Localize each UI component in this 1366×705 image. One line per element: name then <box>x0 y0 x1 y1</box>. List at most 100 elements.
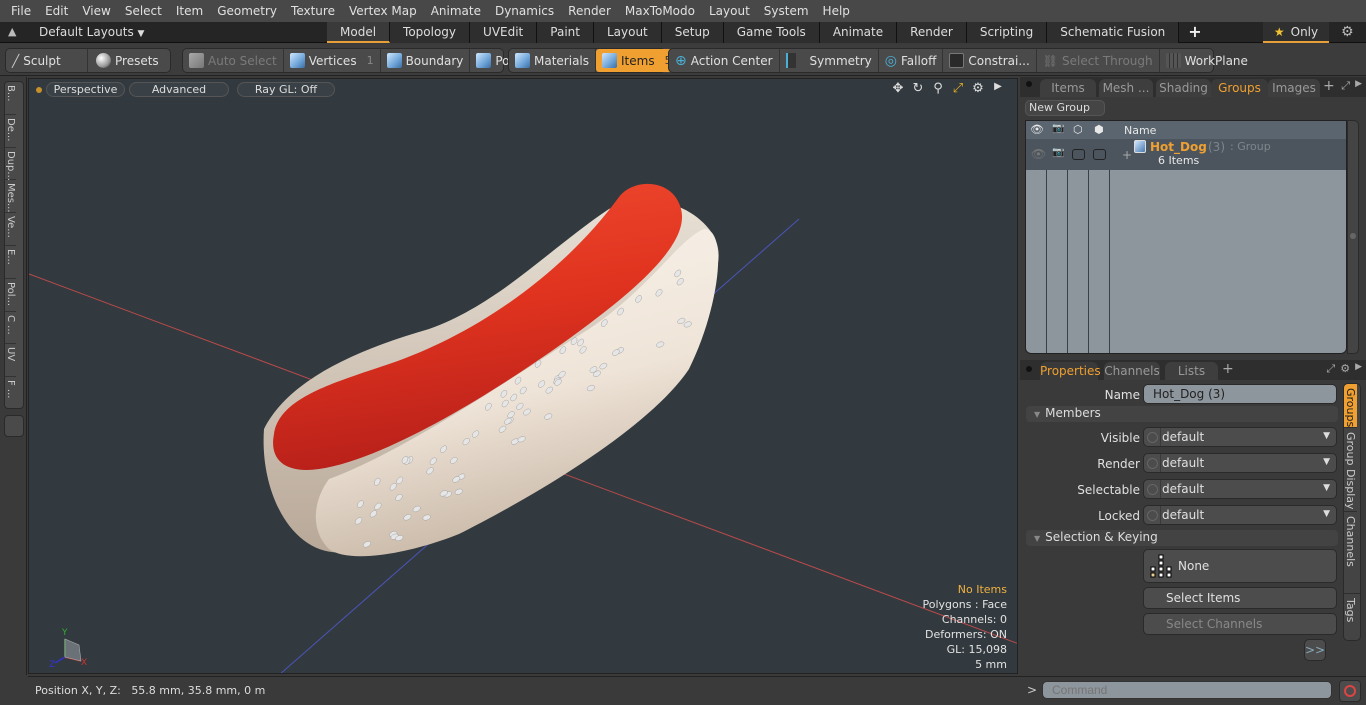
keyframe-dot-icon[interactable] <box>1147 432 1158 443</box>
left-tab-edge[interactable]: E... <box>5 246 16 279</box>
auto-select-button[interactable]: Auto Select <box>183 49 284 72</box>
left-tab-duplicate[interactable]: Dup... <box>5 148 16 181</box>
left-tab-uv[interactable]: UV <box>5 344 16 378</box>
more-button[interactable]: >> <box>1304 639 1326 661</box>
left-tab-basic[interactable]: B... <box>5 82 16 115</box>
select-through-button[interactable]: ⛓ Select Through <box>1037 49 1160 72</box>
vertices-button[interactable]: Vertices 1 <box>284 49 381 72</box>
left-tab-vertex[interactable]: Ve... <box>5 213 16 246</box>
tab-topology[interactable]: Topology <box>390 22 471 43</box>
viewport-scene[interactable]: Y X Z <box>29 79 1018 674</box>
tab-setup[interactable]: Setup <box>661 22 724 43</box>
gear-icon[interactable]: ⚙ <box>1341 24 1354 40</box>
tab-shading[interactable]: Shading <box>1156 79 1211 97</box>
name-column-header[interactable]: Name <box>1124 124 1156 137</box>
tab-animate[interactable]: Animate <box>819 22 898 43</box>
lock-cube-icon[interactable]: ⬢ <box>1094 123 1104 136</box>
only-button[interactable]: ★ Only <box>1263 22 1329 43</box>
items-button[interactable]: Items5 <box>596 49 678 72</box>
record-macro-button[interactable] <box>1339 680 1361 702</box>
menu-view[interactable]: View <box>75 4 117 18</box>
menu-system[interactable]: System <box>757 4 816 18</box>
panel-menu-dot[interactable] <box>1026 366 1032 372</box>
select-channels-button[interactable]: Select Channels <box>1143 613 1337 635</box>
side-tab-groups[interactable]: Groups <box>1344 384 1357 428</box>
tab-schematic-fusion[interactable]: Schematic Fusion <box>1047 22 1180 43</box>
falloff-button[interactable]: ◎ Falloff <box>879 49 944 72</box>
move-icon[interactable]: ✥ <box>891 81 905 96</box>
group-row[interactable]: 👁 📷 + Hot_Dog (3) : Group 6 Items <box>1026 139 1346 170</box>
tab-mesh[interactable]: Mesh ... <box>1099 79 1153 97</box>
visible-dropdown[interactable]: default ▼ <box>1143 427 1337 447</box>
side-tab-user-channels[interactable]: User Channels <box>1344 512 1360 594</box>
arrow-right-icon[interactable]: ▶ <box>991 81 1005 96</box>
raygl-button[interactable]: Ray GL: Off <box>237 82 335 97</box>
rotate-icon[interactable]: ↻ <box>911 81 925 96</box>
tab-game-tools[interactable]: Game Tools <box>723 22 820 43</box>
tab-properties[interactable]: Properties <box>1040 362 1101 380</box>
cube-outline-icon[interactable]: ⬡ <box>1073 123 1083 136</box>
symmetry-button[interactable]: Symmetry <box>780 49 879 72</box>
menu-render[interactable]: Render <box>561 4 618 18</box>
tab-render[interactable]: Render <box>897 22 967 43</box>
menu-texture[interactable]: Texture <box>284 4 342 18</box>
viewport-menu-dot[interactable] <box>36 87 42 93</box>
tab-groups[interactable]: Groups <box>1211 79 1268 97</box>
expand-plus-icon[interactable]: + <box>1122 148 1132 162</box>
keyframe-dot-icon[interactable] <box>1147 484 1158 495</box>
menu-help[interactable]: Help <box>816 4 857 18</box>
row-camera-icon[interactable]: 📷 <box>1052 147 1064 158</box>
keyframe-dot-icon[interactable] <box>1147 510 1158 521</box>
eye-icon[interactable]: 👁 <box>1030 123 1044 136</box>
tab-scripting[interactable]: Scripting <box>966 22 1048 43</box>
expand-icon[interactable]: ⤢ <box>1341 79 1350 93</box>
menu-edit[interactable]: Edit <box>38 4 75 18</box>
selection-keying-section[interactable]: ▼ Selection & Keying <box>1026 530 1338 546</box>
row-lock-checkbox[interactable] <box>1093 149 1106 160</box>
tab-lists[interactable]: Lists <box>1165 362 1218 380</box>
members-section[interactable]: ▼ Members <box>1026 406 1338 422</box>
tab-model[interactable]: Model <box>327 22 391 43</box>
left-extra-button[interactable] <box>4 415 24 437</box>
3d-viewport[interactable]: Y X Z Perspective Advanced Ray GL: Off ✥… <box>28 78 1018 674</box>
presets-button[interactable]: Presets <box>88 49 165 72</box>
gear-icon[interactable]: ⚙ <box>1340 362 1350 376</box>
menu-select[interactable]: Select <box>118 4 169 18</box>
left-tab-deform[interactable]: De... <box>5 115 16 148</box>
arrow-right-icon[interactable]: ▶ <box>1355 79 1362 93</box>
left-tab-fusion[interactable]: F ... <box>5 377 16 410</box>
row-eye-icon[interactable]: 👁 <box>1031 147 1046 161</box>
left-tab-curve[interactable]: C ... <box>5 312 16 345</box>
menu-layout[interactable]: Layout <box>702 4 757 18</box>
action-center-button[interactable]: ⊕ Action Center <box>669 49 780 72</box>
tab-layout[interactable]: Layout <box>593 22 662 43</box>
materials-button[interactable]: Materials <box>509 49 597 72</box>
default-layouts-dropdown[interactable]: Default Layouts ▼ <box>39 25 144 39</box>
menu-geometry[interactable]: Geometry <box>210 4 284 18</box>
keying-none-button[interactable]: None <box>1143 549 1337 583</box>
shading-button[interactable]: Advanced <box>129 82 229 97</box>
left-tab-mesh-edit[interactable]: Mes... <box>5 180 16 214</box>
maximize-icon[interactable]: ⤢ <box>951 81 965 96</box>
collapse-up-icon[interactable]: ▲ <box>8 25 16 38</box>
add-tab-icon[interactable]: + <box>1222 361 1234 377</box>
locked-dropdown[interactable]: default ▼ <box>1143 505 1337 525</box>
command-input[interactable] <box>1042 681 1332 699</box>
row-select-checkbox[interactable] <box>1072 149 1085 160</box>
panel-menu-dot[interactable] <box>1026 81 1032 87</box>
keyframe-dot-icon[interactable] <box>1147 458 1158 469</box>
add-tab-button[interactable]: + <box>1179 22 1210 43</box>
workplane-button[interactable]: WorkPlane <box>1160 49 1254 72</box>
zoom-icon[interactable]: ⚲ <box>931 81 945 96</box>
render-dropdown[interactable]: default ▼ <box>1143 453 1337 473</box>
gear-icon[interactable]: ⚙ <box>971 81 985 96</box>
tab-channels[interactable]: Channels <box>1104 362 1160 380</box>
expand-icon[interactable]: ⤢ <box>1326 362 1335 376</box>
menu-animate[interactable]: Animate <box>424 4 488 18</box>
constraints-button[interactable]: Constrai... <box>943 49 1037 72</box>
menu-file[interactable]: File <box>4 4 38 18</box>
side-tab-group-display[interactable]: Group Display <box>1344 428 1357 512</box>
boundary-button[interactable]: Boundary <box>381 49 471 72</box>
arrow-right-icon[interactable]: ▶ <box>1355 362 1362 376</box>
tab-items[interactable]: Items <box>1040 79 1096 97</box>
